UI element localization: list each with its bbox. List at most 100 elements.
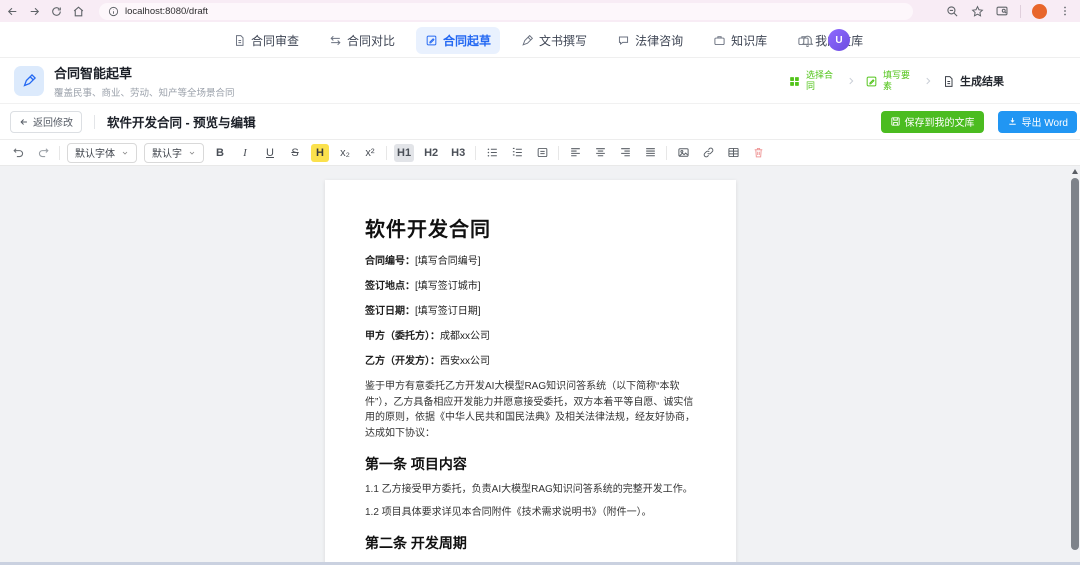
url-text[interactable]: localhost:8080/draft	[125, 6, 208, 17]
undo-button[interactable]	[9, 144, 27, 162]
nav-tab-knowledge-base[interactable]: 知识库	[704, 27, 776, 54]
bookmark-star-icon	[971, 5, 984, 18]
back-to-edit-button[interactable]: 返回修改	[10, 111, 82, 133]
chevron-down-icon	[121, 149, 129, 157]
document-page[interactable]: 软件开发合同 合同编号：[填写合同编号] 签订地点：[填写签订城市] 签订日期：…	[325, 180, 736, 562]
bullet-list-button[interactable]	[483, 144, 501, 162]
address-bar[interactable]: localhost:8080/draft	[99, 3, 913, 20]
user-avatar[interactable]: U	[828, 29, 850, 51]
delete-button[interactable]	[749, 144, 767, 162]
arrow-left-icon	[19, 117, 29, 127]
font-family-select[interactable]: 默认字体	[67, 143, 137, 163]
bold-button[interactable]: B	[211, 144, 229, 162]
meta-label: 甲方（委托方）：	[365, 331, 440, 342]
site-info-icon[interactable]	[108, 6, 119, 17]
task-list-button[interactable]	[533, 144, 551, 162]
h1-button[interactable]: H1	[394, 144, 414, 162]
clause: 1.2 项目具体要求详见本合同附件《技术需求说明书》（附件一）。	[365, 505, 696, 520]
editor-toolbar: 默认字体 默认字 B I U S H x₂ x² H1 H2 H3	[0, 140, 1080, 166]
browser-menu-button[interactable]	[1058, 4, 1072, 18]
step-generate-result: 生成结果	[942, 73, 1004, 89]
step-label: 填写要素	[883, 70, 914, 92]
align-center-icon	[594, 146, 607, 159]
align-justify-icon	[644, 146, 657, 159]
save-to-library-button[interactable]: 保存到我的文库	[881, 111, 984, 133]
home-icon	[72, 5, 85, 18]
browser-profile-avatar[interactable]	[1032, 4, 1047, 19]
save-button-label: 保存到我的文库	[905, 114, 975, 129]
redo-button[interactable]	[34, 144, 52, 162]
chat-bubble-icon	[617, 34, 630, 47]
nav-tab-contract-compare[interactable]: 合同对比	[320, 27, 404, 54]
back-button[interactable]	[5, 4, 19, 18]
nav-tab-legal-consult[interactable]: 法律咨询	[608, 27, 692, 54]
meta-row: 合同编号：[填写合同编号]	[365, 252, 696, 267]
chevron-right-icon	[846, 76, 856, 86]
export-button-label: 导出 Word	[1022, 114, 1069, 129]
scrollbar-up-arrow-icon[interactable]	[1072, 169, 1078, 174]
kebab-menu-icon	[1059, 5, 1071, 17]
browser-chrome: localhost:8080/draft	[0, 0, 1080, 22]
ordered-list-icon	[511, 146, 524, 159]
sub-header: 返回修改 软件开发合同 - 预览与编辑 保存到我的文库 导出 Word	[0, 104, 1080, 140]
align-left-button[interactable]	[566, 144, 584, 162]
zoom-out-icon	[946, 5, 959, 18]
editor-canvas: 软件开发合同 合同编号：[填写合同编号] 签订地点：[填写签订城市] 签订日期：…	[0, 166, 1080, 562]
link-button[interactable]	[699, 144, 717, 162]
font-size-select[interactable]: 默认字	[144, 143, 204, 163]
align-right-button[interactable]	[616, 144, 634, 162]
download-icon	[1007, 116, 1018, 127]
section-heading: 第一条 项目内容	[365, 454, 696, 474]
step-select-contract: 选择合同	[788, 70, 837, 92]
document-title-bar: 软件开发合同 - 预览与编辑	[107, 112, 256, 131]
scrollbar-thumb[interactable]	[1071, 178, 1079, 550]
nav-tab-contract-review[interactable]: 合同审查	[224, 27, 308, 54]
meta-value: [填写合同编号]	[415, 256, 481, 267]
tab-search-button[interactable]	[995, 4, 1009, 18]
meta-label: 签订地点：	[365, 281, 415, 292]
link-icon	[702, 146, 715, 159]
subscript-button[interactable]: x₂	[336, 144, 354, 162]
page-header-text: 合同智能起草 覆盖民事、商业、劳动、知产等全场景合同	[54, 63, 235, 99]
highlight-button[interactable]: H	[311, 144, 329, 162]
step-fill-elements: 填写要素	[865, 70, 914, 92]
nav-tab-label: 合同对比	[347, 32, 395, 49]
superscript-button[interactable]: x²	[361, 144, 379, 162]
underline-button[interactable]: U	[261, 144, 279, 162]
h2-button[interactable]: H2	[421, 144, 441, 162]
chevron-right-icon	[923, 76, 933, 86]
image-button[interactable]	[674, 144, 692, 162]
home-button[interactable]	[71, 4, 85, 18]
toolbar-separator	[666, 146, 667, 160]
chrome-divider	[1020, 5, 1021, 18]
zoom-button[interactable]	[945, 4, 959, 18]
app-icon	[14, 66, 44, 96]
notification-bell-icon[interactable]	[800, 33, 815, 48]
align-center-button[interactable]	[591, 144, 609, 162]
align-left-icon	[569, 146, 582, 159]
chrome-right-controls	[945, 4, 1072, 19]
align-justify-button[interactable]	[641, 144, 659, 162]
bookmark-button[interactable]	[970, 4, 984, 18]
tab-search-icon	[995, 4, 1009, 18]
section-heading: 第二条 开发周期	[365, 533, 696, 553]
ordered-list-button[interactable]	[508, 144, 526, 162]
meta-value: 成都xx公司	[440, 331, 490, 342]
table-button[interactable]	[724, 144, 742, 162]
task-list-icon	[536, 146, 549, 159]
pen-icon	[521, 34, 534, 47]
export-word-button[interactable]: 导出 Word	[998, 111, 1078, 133]
back-icon	[6, 5, 19, 18]
nav-tab-document-writing[interactable]: 文书撰写	[512, 27, 596, 54]
strikethrough-button[interactable]: S	[286, 144, 304, 162]
toolbar-separator	[59, 146, 60, 160]
meta-row: 签订日期：[填写签订日期]	[365, 302, 696, 317]
h3-button[interactable]: H3	[448, 144, 468, 162]
reload-button[interactable]	[49, 4, 63, 18]
nav-tab-contract-draft[interactable]: 合同起草	[416, 27, 500, 54]
font-size-value: 默认字	[152, 145, 182, 160]
back-button-label: 返回修改	[33, 114, 73, 129]
italic-button[interactable]: I	[236, 144, 254, 162]
forward-button[interactable]	[27, 4, 41, 18]
trash-icon	[752, 146, 765, 159]
